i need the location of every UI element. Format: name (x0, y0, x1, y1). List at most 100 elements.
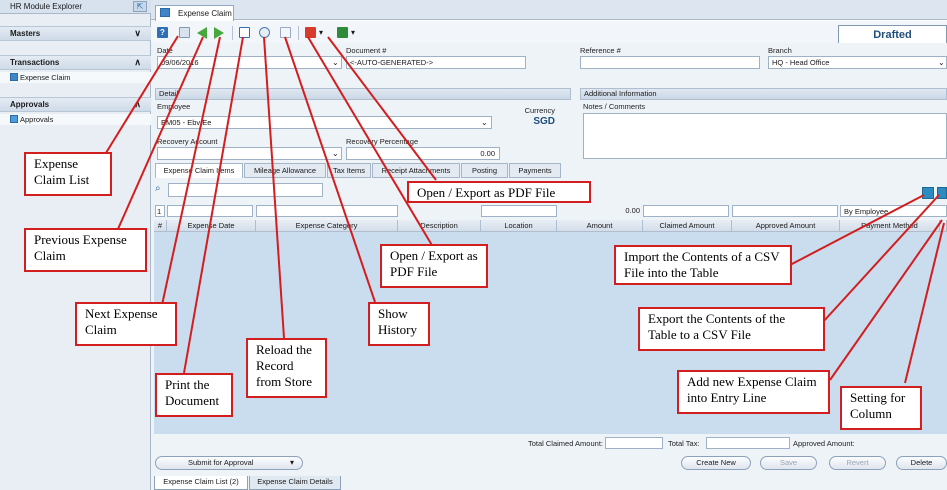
column-header[interactable]: # (154, 220, 167, 232)
submit-for-approval-button[interactable]: Submit for Approval (155, 456, 303, 470)
subtab-receipt-attachments[interactable]: Receipt Attachments (372, 163, 460, 178)
notes-textarea[interactable] (583, 113, 947, 159)
save-button[interactable]: Save (760, 456, 817, 470)
employee-label: Employee (157, 102, 191, 111)
chevron-up-icon[interactable]: ∧ (134, 98, 141, 111)
chevron-down-icon[interactable]: ⌄ (481, 117, 488, 128)
previous-arrow-icon[interactable] (197, 27, 207, 39)
annotation-pdf-export-top: Open / Export as PDF File (407, 181, 591, 203)
chevron-down-icon[interactable]: ⌄ (332, 57, 339, 68)
section-transactions[interactable]: Transactions ∧ (0, 55, 151, 70)
expense-claim-list-icon[interactable] (179, 27, 190, 38)
column-header[interactable]: Approved Amount (732, 220, 840, 232)
section-masters[interactable]: Masters ∨ (0, 26, 151, 41)
currency-label: Currency (524, 106, 555, 115)
subtab-expense-claim-items[interactable]: Expense Claim Items (155, 163, 243, 178)
total-claimed-label: Total Claimed Amount: (527, 439, 603, 448)
recovery-percentage-label: Recovery Percentage (346, 137, 419, 146)
annotation-previous-expense-claim: Previous Expense Claim (24, 228, 147, 272)
section-approvals[interactable]: Approvals ∧ (0, 97, 151, 112)
expense-claim-icon (160, 8, 170, 17)
annotation-import-csv: Import the Contents of a CSV File into t… (614, 245, 792, 285)
notes-label: Notes / Comments (583, 102, 646, 111)
annotation-pdf-export: Open / Export as PDF File (380, 244, 488, 288)
annotation-next-expense-claim: Next Expense Claim (75, 302, 177, 346)
export-csv-icon[interactable] (937, 187, 947, 199)
reference-label: Reference # (580, 46, 621, 55)
revert-button[interactable]: Revert (829, 456, 886, 470)
subtab-mileage-allowance[interactable]: Mileage Allowance (244, 163, 326, 178)
excel-icon[interactable] (337, 27, 348, 38)
chevron-down-icon[interactable]: ▾ (319, 28, 323, 37)
sidebar-item-expense-claim[interactable]: Expense Claim (0, 72, 151, 83)
chevron-down-icon[interactable]: ▾ (351, 28, 355, 37)
chevron-up-icon[interactable]: ∧ (134, 56, 141, 69)
reference-field[interactable] (580, 56, 760, 69)
document-number-field[interactable]: <-AUTO-GENERATED-> (346, 56, 526, 69)
annotation-expense-claim-list: Expense Claim List (24, 152, 112, 196)
approved-amount-filter[interactable] (732, 205, 838, 217)
next-arrow-icon[interactable] (214, 27, 224, 39)
recovery-account-label: Recovery Account (157, 137, 218, 146)
bottom-tab-details[interactable]: Expense Claim Details (249, 476, 341, 490)
expense-date-filter[interactable] (167, 205, 253, 217)
total-tax-field (706, 437, 790, 449)
reload-icon[interactable] (259, 27, 270, 38)
history-icon[interactable] (280, 27, 291, 38)
total-claimed-field (605, 437, 663, 449)
import-csv-icon[interactable] (922, 187, 934, 199)
toolbar-separator (298, 26, 299, 40)
annotation-setting-column: Setting for Column (840, 386, 922, 430)
column-header[interactable]: Expense Date (167, 220, 256, 232)
search-input[interactable] (168, 183, 323, 197)
column-header[interactable]: Amount (557, 220, 643, 232)
location-filter[interactable] (481, 205, 557, 217)
explorer-title: HR Module Explorer (0, 0, 151, 14)
date-field[interactable]: 09/06/2016 (157, 56, 342, 69)
recovery-account-select[interactable] (157, 147, 342, 160)
sidebar-item-label: Approvals (20, 115, 54, 124)
chevron-down-icon[interactable]: ∨ (134, 27, 141, 40)
subtab-payments[interactable]: Payments (509, 163, 561, 178)
employee-select[interactable]: EM05 - Ebv Ee (157, 116, 492, 129)
column-settings-icon[interactable] (940, 220, 947, 232)
subtab-posting[interactable]: Posting (461, 163, 508, 178)
document-label: Document # (346, 46, 387, 55)
expense-category-filter[interactable] (256, 205, 398, 217)
claimed-amount-filter[interactable] (643, 205, 729, 217)
pdf-icon[interactable] (305, 27, 316, 38)
annotation-add-expense-line: Add new Expense Claim into Entry Line (677, 370, 830, 414)
help-icon[interactable]: ? (157, 27, 168, 38)
branch-select[interactable]: HQ - Head Office (768, 56, 947, 69)
column-header[interactable]: Expense Category (256, 220, 398, 232)
section-label: Masters (10, 29, 41, 38)
recovery-percentage-field[interactable]: 0.00 (346, 147, 500, 160)
amount-filter-value: 0.00 (625, 206, 640, 215)
column-header[interactable]: Description (398, 220, 481, 232)
group-by-select[interactable]: By Employee (840, 205, 947, 217)
chevron-down-icon[interactable]: ⌄ (938, 57, 945, 68)
section-label: Approvals (10, 100, 50, 109)
column-header[interactable]: Payment Method (840, 220, 940, 232)
chevron-down-icon[interactable]: ▾ (290, 458, 294, 467)
bottom-tab-list[interactable]: Expense Claim List (2) (154, 476, 248, 490)
detail-header: Detail (155, 88, 571, 100)
create-new-button[interactable]: Create New (681, 456, 751, 470)
subtab-tax-items[interactable]: Tax Items (327, 163, 371, 178)
search-icon: ⌕ (155, 183, 161, 194)
currency-value: SGD (533, 116, 555, 127)
pin-icon[interactable]: ⇱ (133, 1, 147, 12)
delete-button[interactable]: Delete (896, 456, 947, 470)
sidebar-item-approvals[interactable]: Approvals (0, 114, 151, 125)
annotation-export-csv: Export the Contents of the Table to a CS… (638, 307, 825, 351)
column-header[interactable]: Claimed Amount (643, 220, 732, 232)
sidebar-item-label: Expense Claim (20, 73, 71, 82)
chevron-down-icon[interactable]: ⌄ (332, 148, 339, 159)
column-header[interactable]: Location (481, 220, 557, 232)
annotation-print-document: Print the Document (155, 373, 233, 417)
annotation-show-history: Show History (368, 302, 430, 346)
document-tab-bar (151, 0, 947, 20)
print-icon[interactable] (239, 27, 250, 38)
row-number: 1 (155, 205, 165, 217)
status-badge: Drafted (838, 25, 947, 45)
